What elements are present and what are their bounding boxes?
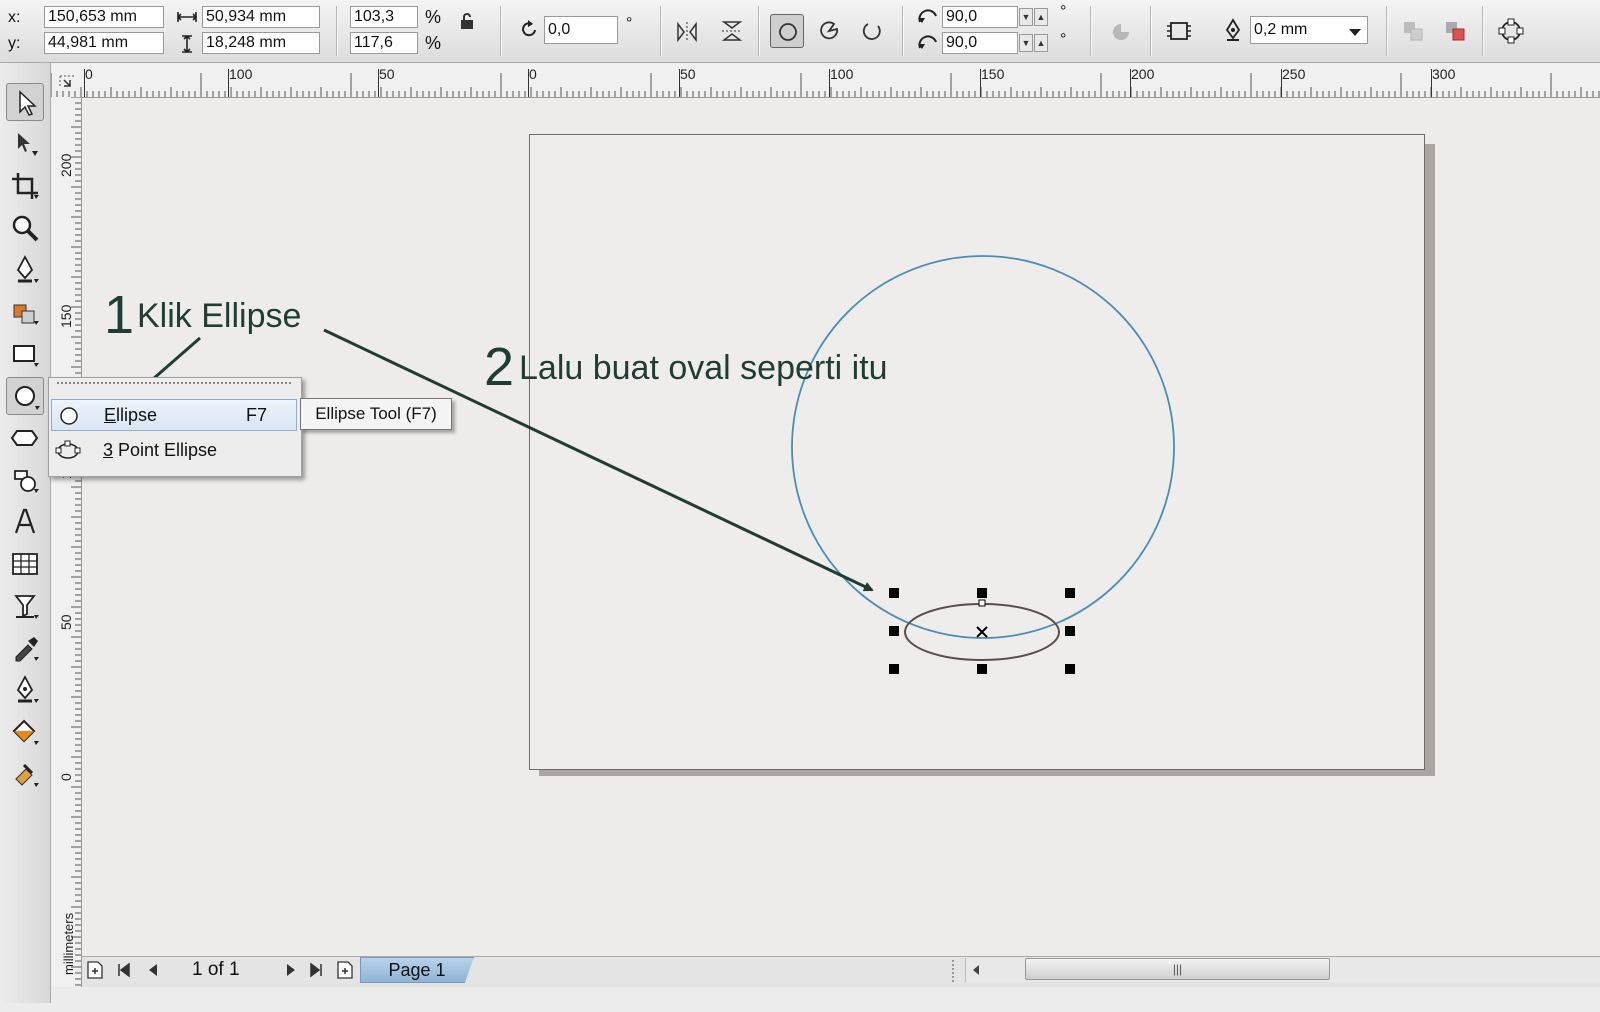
menu-item-shortcut: F7 bbox=[246, 405, 268, 425]
next-page-icon[interactable] bbox=[284, 962, 298, 983]
ellipse-flyout-menu: Ellipse F7 3 Point Ellipse bbox=[48, 377, 302, 477]
annotation-step1-number: 1 bbox=[104, 285, 135, 345]
scrollbar-thumb[interactable]: ||| bbox=[1025, 958, 1330, 980]
menu-item-ellipse[interactable]: Ellipse F7 bbox=[51, 399, 297, 431]
scroll-left-icon[interactable] bbox=[970, 962, 982, 983]
tab-page-1[interactable]: Page 1 bbox=[360, 957, 474, 983]
menu-item-3-point-ellipse[interactable]: 3 Point Ellipse bbox=[51, 435, 297, 467]
ellipse-icon bbox=[58, 405, 80, 436]
add-page-before-icon[interactable] bbox=[86, 960, 104, 985]
annotation-step1-text: Klik Ellipse bbox=[137, 297, 302, 335]
center-mark-icon bbox=[976, 626, 988, 638]
flyout-grip[interactable] bbox=[57, 382, 291, 388]
annotation-step2-number: 2 bbox=[484, 337, 515, 397]
menu-item-label: 3 Point Ellipse bbox=[103, 440, 218, 460]
splitter-handle[interactable] bbox=[952, 960, 960, 982]
previous-page-icon[interactable] bbox=[146, 962, 160, 983]
add-page-after-icon[interactable] bbox=[336, 960, 354, 985]
menu-item-label: Ellipse bbox=[104, 405, 158, 425]
annotation-step2-text: Lalu buat oval seperti itu bbox=[519, 349, 888, 387]
first-page-icon[interactable] bbox=[116, 962, 132, 983]
3-point-ellipse-icon bbox=[55, 438, 81, 473]
canvas-objects bbox=[135, 255, 1175, 674]
last-page-icon[interactable] bbox=[308, 962, 324, 983]
tooltip: Ellipse Tool (F7) bbox=[300, 398, 452, 430]
page-counter: 1 of 1 bbox=[192, 959, 240, 980]
